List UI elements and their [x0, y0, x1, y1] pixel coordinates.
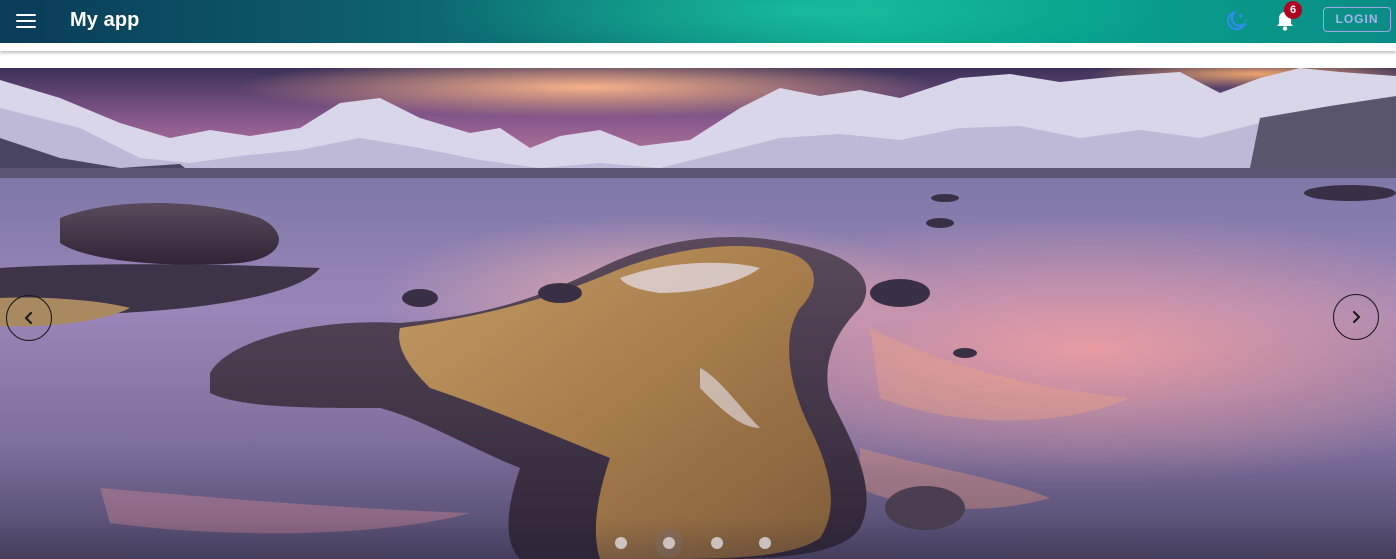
notification-badge: 6 — [1284, 1, 1302, 19]
menu-button[interactable] — [10, 6, 42, 36]
carousel-delimiter-4[interactable] — [759, 537, 771, 549]
chevron-right-icon — [1352, 310, 1361, 324]
image-carousel — [0, 68, 1396, 559]
carousel-prev-button[interactable] — [6, 295, 52, 341]
carousel-delimiter-3[interactable] — [711, 537, 723, 549]
carousel-delimiter-2[interactable] — [663, 537, 675, 549]
chevron-left-icon — [24, 311, 33, 325]
sub-toolbar — [0, 43, 1396, 51]
carousel-delimiter-bar — [0, 518, 1396, 559]
login-button[interactable]: LOGIN — [1323, 7, 1391, 32]
app-bar: My app 6 LOGIN — [0, 0, 1396, 43]
theme-toggle-button[interactable] — [1222, 7, 1250, 35]
moon-stars-icon — [1227, 11, 1248, 31]
hamburger-menu-icon — [16, 14, 36, 16]
app-title: My app — [70, 9, 140, 31]
carousel-next-button[interactable] — [1333, 294, 1379, 340]
carousel-delimiter-1[interactable] — [615, 537, 627, 549]
carousel-slide-image — [0, 68, 1396, 559]
